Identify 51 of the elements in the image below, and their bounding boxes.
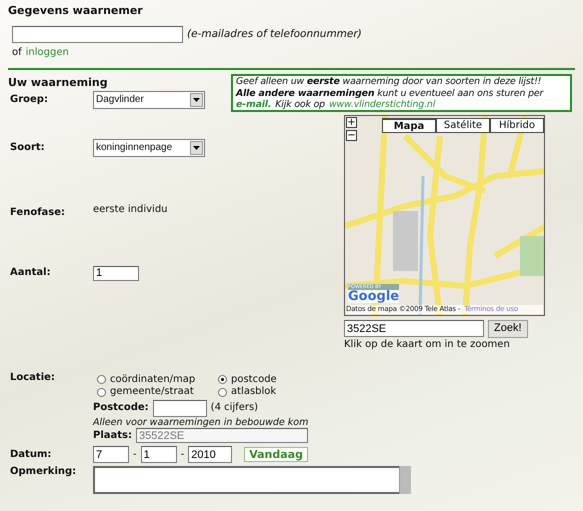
notice-line: Geef alleen uw eerste waarneming door van soorten in deze lijst!!: [236, 76, 542, 88]
field-label: Groep:: [10, 94, 49, 106]
field-label: Locatie:: [10, 372, 56, 385]
count-field[interactable]: 1: [93, 266, 139, 280]
field-hint: (e-mailadres of telefoonnummer): [187, 28, 362, 41]
today-button[interactable]: Vandaag: [244, 447, 308, 462]
field-label: Aantal:: [10, 266, 52, 280]
postcode-search-field[interactable]: 3522SE: [344, 320, 484, 338]
field-hint: (4 cijfers): [210, 402, 258, 414]
login-link[interactable]: inloggen: [26, 46, 69, 60]
dropdown[interactable]: koninginnenpage: [93, 139, 205, 157]
website-link[interactable]: www.vlinderstichting.nl: [328, 98, 436, 110]
field-label: Datum:: [10, 448, 52, 462]
notice-line: Kijk ook op: [275, 98, 325, 110]
email-link[interactable]: e-mail.: [236, 98, 272, 110]
field-label: Plaats:: [93, 430, 132, 442]
radio-label: atlasblok: [231, 386, 276, 399]
field-label: Fenofase:: [10, 207, 66, 220]
date-separator: -: [180, 448, 184, 462]
radio-button[interactable]: [218, 375, 227, 384]
email-phone-field[interactable]: [12, 26, 183, 43]
radio-button[interactable]: [97, 388, 106, 397]
map-type-tab[interactable]: Híbrido: [490, 118, 544, 134]
notice-line: Alle andere waarnemingen kunt u eventueel aan ons sturen per: [236, 88, 545, 99]
login-prefix: of: [12, 46, 22, 60]
day-field[interactable]: 7: [93, 446, 129, 464]
remark-field[interactable]: [93, 466, 411, 494]
map-type-tab[interactable]: Mapa: [382, 118, 436, 134]
search-button[interactable]: Zoek!: [488, 320, 528, 338]
location-note: Alleen voor waarnemingen in bebouwde kom: [93, 416, 310, 428]
zoom-in-button[interactable]: +: [346, 117, 357, 128]
field-label: Soort:: [10, 142, 46, 154]
year-field[interactable]: 2010: [188, 446, 232, 464]
section-title: Uw waarneming: [8, 76, 109, 90]
field-value: eerste individu: [93, 204, 168, 216]
postcode-field[interactable]: [152, 400, 207, 417]
date-separator: -: [133, 448, 137, 462]
field-label: Postcode:: [93, 402, 149, 414]
field-label: Opmerking:: [10, 466, 78, 480]
dropdown[interactable]: Dagvlinder: [93, 91, 205, 109]
month-field[interactable]: 1: [140, 446, 177, 464]
radio-label: coördinaten/map: [110, 374, 196, 386]
zoom-out-button[interactable]: −: [346, 130, 357, 142]
section-title: Gegevens waarnemer: [8, 4, 144, 18]
map-hint: Klik op de kaart om in te zoomen: [344, 339, 511, 352]
map-type-tab[interactable]: Satélite: [436, 118, 490, 134]
radio-label: gemeente/straat: [110, 386, 194, 399]
radio-button[interactable]: [97, 375, 106, 384]
radio-label: postcode: [231, 374, 277, 386]
radio-button[interactable]: [218, 388, 227, 397]
map-logo: Google: [348, 290, 400, 304]
